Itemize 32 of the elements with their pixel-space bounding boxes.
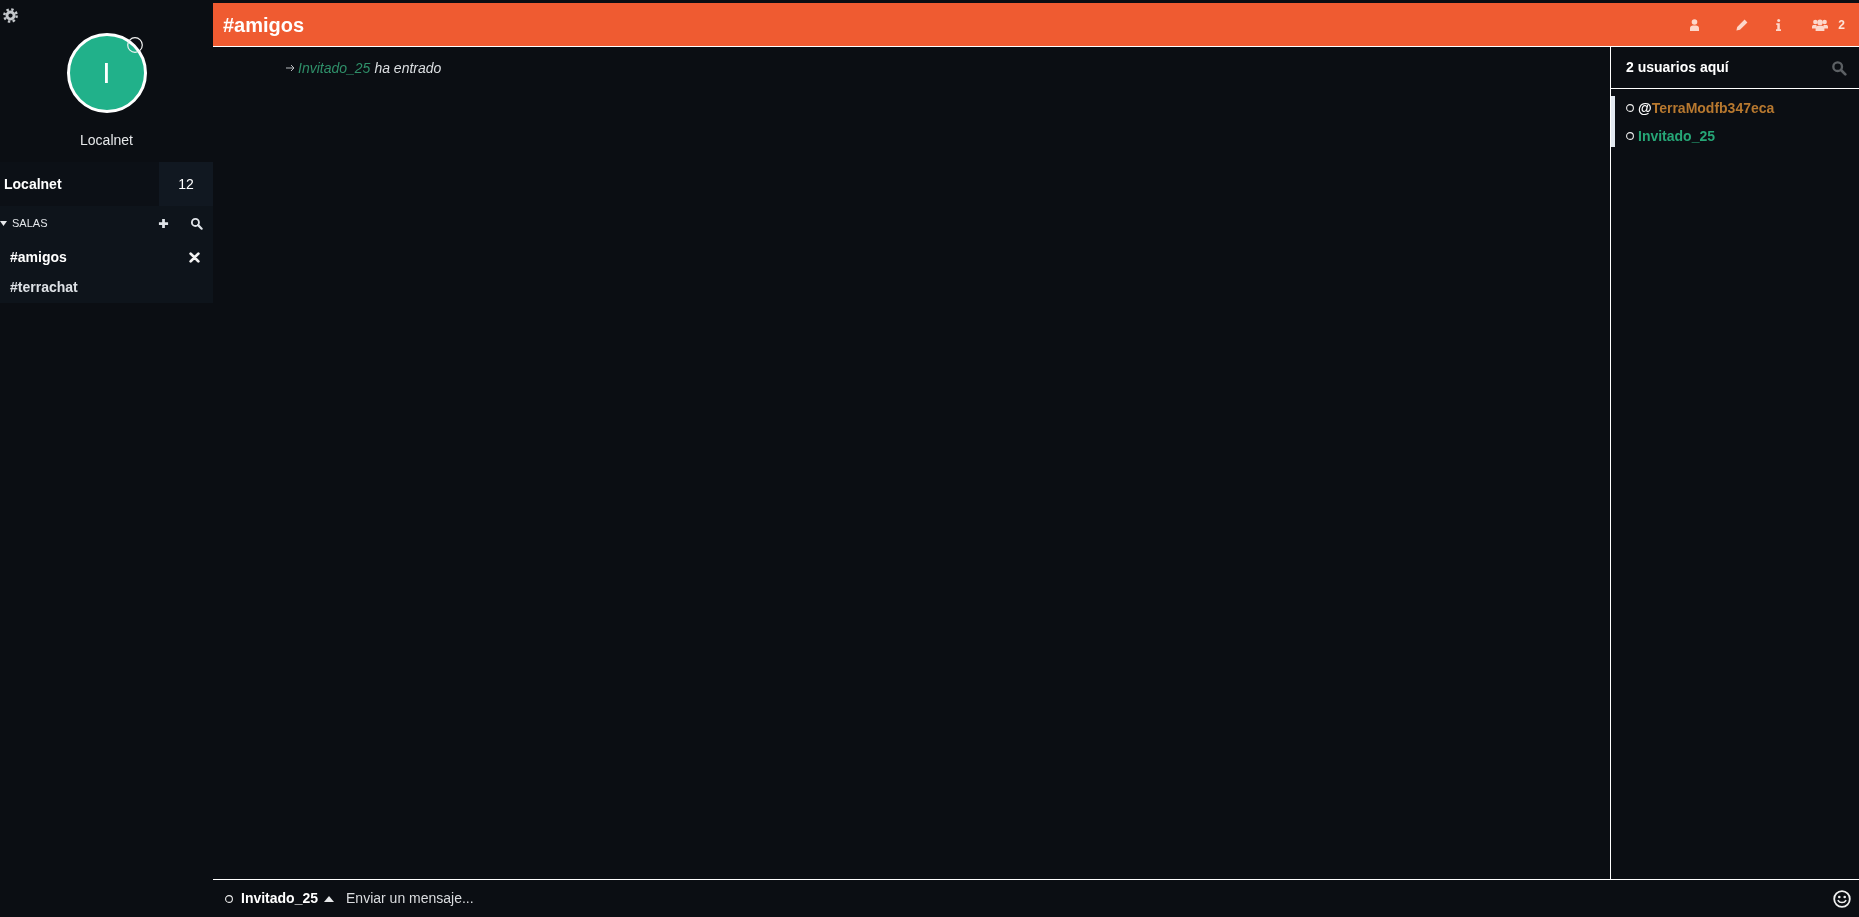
status-ring-icon [126, 37, 143, 53]
caret-up-icon [324, 895, 335, 902]
nick-button[interactable]: Invitado_25 [241, 888, 335, 909]
arrow-right-icon [286, 64, 295, 72]
smiley-icon[interactable] [1833, 889, 1851, 908]
users-icon [1812, 18, 1829, 31]
room-item[interactable]: #amigos [0, 242, 213, 272]
user-icon[interactable] [1690, 18, 1700, 31]
unread-count: 12 [159, 162, 213, 206]
settings-icon[interactable] [2, 7, 19, 24]
add-icon[interactable] [158, 217, 169, 229]
status-ring-icon [1626, 104, 1634, 112]
status-ring-icon [225, 894, 233, 903]
pencil-icon[interactable] [1736, 18, 1749, 31]
user-name[interactable]: Invitado_25 [1638, 125, 1716, 147]
search-icon[interactable] [190, 216, 203, 230]
close-icon[interactable] [189, 251, 200, 263]
info-icon[interactable] [1776, 18, 1782, 31]
status-ring-icon [1626, 132, 1634, 140]
users-count-title: 2 usuarios aquí [1626, 58, 1729, 77]
caret-down-icon[interactable] [0, 220, 7, 226]
channel-title: #amigos [223, 12, 305, 38]
user-name[interactable]: TerraModfb347eca [1651, 97, 1775, 119]
scrollbar-thumb[interactable] [1611, 96, 1615, 147]
room-item[interactable]: #terrachat [0, 272, 213, 302]
avatar-letter: I [102, 58, 111, 88]
event-text: ha entrado [374, 58, 442, 78]
section-title: SALAS [12, 215, 48, 231]
message-input[interactable]: Enviar un mensaje... [346, 888, 1833, 909]
profile-name: Localnet [80, 131, 133, 150]
nickname: Invitado_25 [298, 58, 371, 78]
user-prefix: @ [1638, 98, 1652, 118]
